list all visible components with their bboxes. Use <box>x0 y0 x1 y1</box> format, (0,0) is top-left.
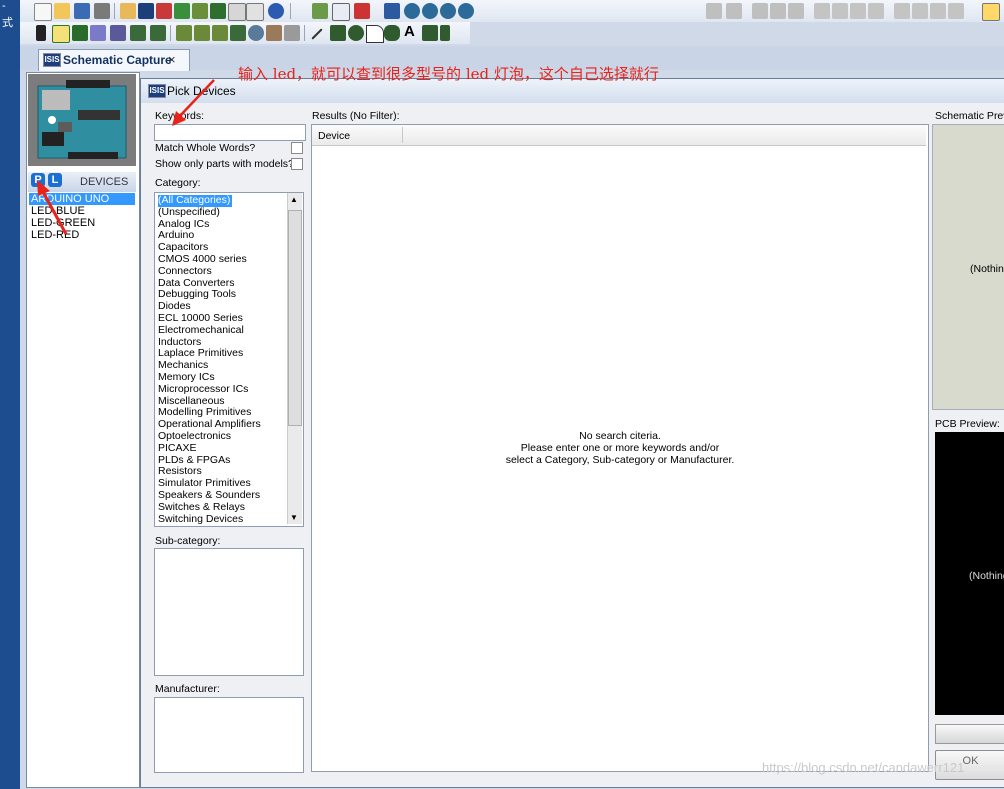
watermark: https://blog.csdn.net/candawerr121 <box>762 760 965 775</box>
arrow-to-keywords-icon <box>172 79 215 126</box>
annotation-arrows <box>37 79 215 235</box>
arrow-to-p-button-icon <box>37 180 68 235</box>
